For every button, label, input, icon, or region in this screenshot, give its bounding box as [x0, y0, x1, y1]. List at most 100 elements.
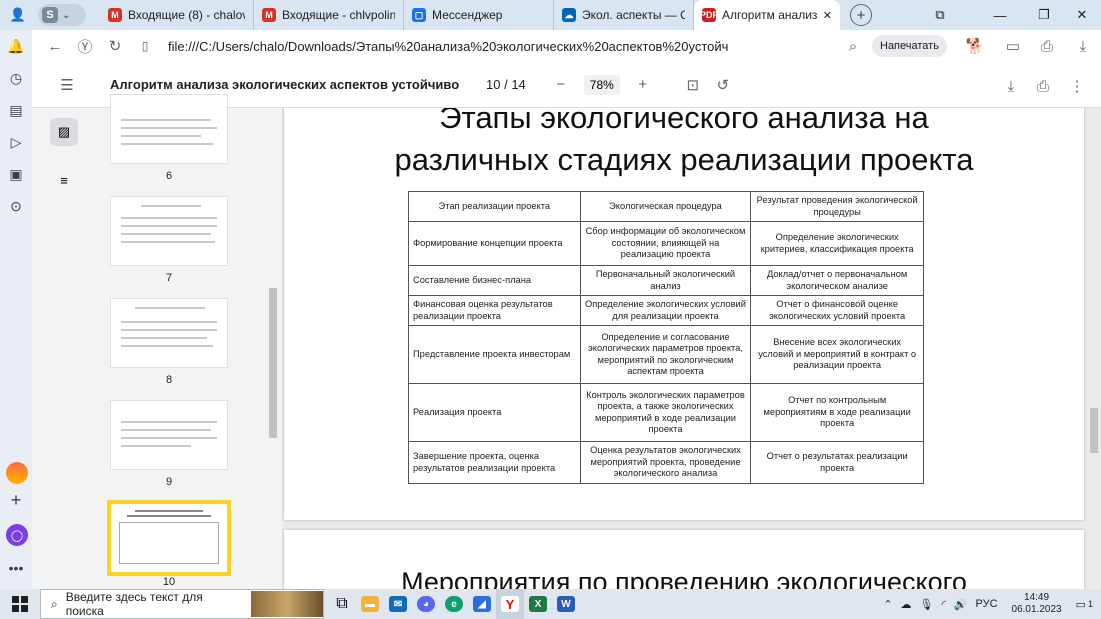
fit-page-icon[interactable]: ⊡	[678, 69, 708, 101]
thumbnail-number: 6	[165, 170, 173, 182]
browser-tab[interactable]: ▢ Мессенджер	[404, 0, 554, 30]
table-cell: Определение экологических критериев, кла…	[750, 221, 924, 266]
chevron-down-icon: ⌄	[62, 9, 71, 21]
table-header-cell: Этап реализации проекта	[408, 191, 581, 222]
pdf-icon: PDF	[700, 8, 718, 22]
volume-icon[interactable]: 🔊	[954, 598, 968, 611]
add-icon[interactable]: +	[6, 490, 26, 510]
thumbnails-view-icon[interactable]: ▨	[50, 118, 78, 146]
download-icon[interactable]: ⤓	[1068, 30, 1098, 62]
notification-icon[interactable]: ▭ 1	[1076, 598, 1093, 611]
thumbnail-page-7[interactable]	[110, 196, 228, 266]
page-total: / 14	[504, 77, 526, 92]
pdf-download-icon[interactable]: ⤓	[996, 70, 1026, 102]
clock[interactable]: 14:49 06.01.2023	[1012, 592, 1062, 616]
rotate-icon[interactable]: ↺	[708, 69, 738, 101]
pdf-print-icon[interactable]: ⎙	[1028, 70, 1058, 102]
discord-icon[interactable]: ◕	[412, 589, 440, 619]
thumbnail-page-9[interactable]	[110, 400, 228, 470]
history-icon[interactable]: ◷	[6, 68, 26, 88]
search-placeholder: Введите здесь текст для поиска	[65, 590, 203, 618]
thumbnail-number: 8	[165, 374, 173, 386]
more-icon[interactable]: •••	[6, 558, 26, 578]
screenshot-icon[interactable]: ⊙	[6, 196, 26, 216]
battery-icon[interactable]: ▭	[998, 30, 1028, 62]
back-icon[interactable]: ←	[40, 30, 70, 62]
table-cell: Оценка результатов экологических меропри…	[579, 441, 752, 484]
close-tab-icon[interactable]: ✕	[823, 9, 832, 22]
profile-switcher[interactable]: S ⌄	[38, 4, 86, 26]
gmail-icon: M	[262, 8, 276, 22]
search-icon[interactable]: ⌕	[838, 30, 868, 62]
taskbar-search[interactable]: ⌕ Введите здесь текст для поиска	[40, 589, 324, 619]
slide-title-line2: различных стадиях реализации проекта	[394, 142, 974, 177]
windows-start-icon[interactable]	[6, 589, 34, 619]
browser-tab[interactable]: M Входящие - chlvpolina@	[254, 0, 404, 30]
taskbar: ⌕ Введите здесь текст для поиска ⧉ ▬ ✉ ◕…	[0, 589, 1101, 619]
document-view: Этапы экологического анализа на различны…	[282, 108, 1101, 589]
thumbnail-page-8[interactable]	[110, 298, 228, 368]
pdf-page-next: Мероприятия по проведению экологического	[284, 530, 1084, 589]
clock-time: 14:49	[1024, 592, 1050, 603]
task-view-icon[interactable]: ⧉	[328, 589, 356, 619]
thumbnail-scrollbar[interactable]	[269, 288, 277, 438]
word-icon[interactable]: W	[552, 589, 580, 619]
language-indicator[interactable]: РУС	[975, 598, 997, 610]
document-scrollbar[interactable]	[1090, 408, 1098, 453]
minimize-button[interactable]: —	[982, 0, 1018, 30]
tab-search-icon[interactable]: ⧉	[922, 0, 958, 30]
zoom-in-icon[interactable]: +	[628, 69, 658, 101]
zoom-out-icon[interactable]: −	[546, 69, 576, 101]
mic-icon[interactable]: 🎙	[920, 598, 934, 611]
tab-label: Алгоритм анализа эк	[722, 8, 817, 22]
print-button[interactable]: Напечатать	[872, 35, 947, 57]
collections-icon[interactable]: ▤	[6, 100, 26, 120]
close-window-button[interactable]: ✕	[1064, 0, 1100, 30]
thumbnail-page-6[interactable]	[110, 94, 228, 164]
menu-icon[interactable]: ☰	[52, 69, 82, 101]
table-cell: Доклад/отчет о первоначальном экологичес…	[750, 265, 924, 296]
pdf-page: Этапы экологического анализа на различны…	[284, 108, 1084, 520]
table-row: Представление проекта инвесторам Определ…	[408, 325, 924, 384]
bell-icon[interactable]: 🔔	[6, 36, 26, 56]
address-bar: ← Ⓨ ↻ ▯ file:///C:/Users/chalo/Downloads…	[32, 30, 1101, 62]
extension-icon[interactable]: 🐕	[960, 30, 990, 62]
excel-icon[interactable]: X	[524, 589, 552, 619]
outline-view-icon[interactable]: ≡	[50, 166, 78, 194]
reload-icon[interactable]: ↻	[100, 30, 130, 62]
mail-icon[interactable]: ✉	[384, 589, 412, 619]
browser-tab[interactable]: ☁ Экол. аспекты — OneD	[554, 0, 694, 30]
browser-tab[interactable]: PDF Алгоритм анализа эк ✕	[694, 0, 840, 30]
zoom-field[interactable]: 78%	[583, 74, 620, 95]
more-vert-icon[interactable]: ⋮	[1062, 70, 1092, 102]
new-tab-button[interactable]: +	[850, 4, 872, 26]
thumbnail-number: 10	[162, 576, 176, 588]
browser-sidebar: 🔔 ◷ ▤ ▷ ▣ ⊙ + ◯ •••	[0, 30, 32, 589]
alice-icon[interactable]: ◯	[6, 524, 28, 546]
notes-icon[interactable]: ▣	[6, 164, 26, 184]
table-cell: Сбор информации об экологическом состоян…	[579, 221, 752, 266]
chevron-up-icon[interactable]: ⌃	[883, 598, 892, 611]
thumbnail-number: 7	[165, 272, 173, 284]
explorer-icon[interactable]: ▬	[356, 589, 384, 619]
restore-button[interactable]: ❐	[1026, 0, 1062, 30]
edge-icon[interactable]: e	[440, 589, 468, 619]
snip-icon[interactable]: ◢	[468, 589, 496, 619]
notification-count: 1	[1087, 599, 1093, 609]
yandex-browser-icon[interactable]: Y	[496, 589, 524, 619]
thumbnail-page-10[interactable]	[107, 500, 231, 576]
play-icon[interactable]: ▷	[6, 132, 26, 152]
browser-tab[interactable]: M Входящие (8) - chalovap	[100, 0, 254, 30]
yandex-icon[interactable]: Ⓨ	[70, 30, 100, 62]
reading-mode-icon[interactable]: ⎙	[1032, 30, 1062, 62]
page-current[interactable]: 10	[486, 77, 500, 92]
table-cell: Финансовая оценка результатов реализации…	[408, 295, 581, 326]
table-header-cell: Результат проведения экологической проце…	[750, 191, 924, 222]
url-field[interactable]: file:///C:/Users/chalo/Downloads/Этапы%2…	[168, 39, 728, 54]
table-cell: Определение экологических условий для ре…	[579, 295, 752, 326]
onedrive-tray-icon[interactable]: ☁	[901, 598, 912, 611]
assistant-app-icon[interactable]	[6, 462, 28, 484]
table-row: Формирование концепции проекта Сбор инфо…	[408, 221, 924, 266]
profile-icon[interactable]: 👤	[8, 0, 28, 30]
wifi-icon[interactable]: ◜	[942, 598, 946, 611]
